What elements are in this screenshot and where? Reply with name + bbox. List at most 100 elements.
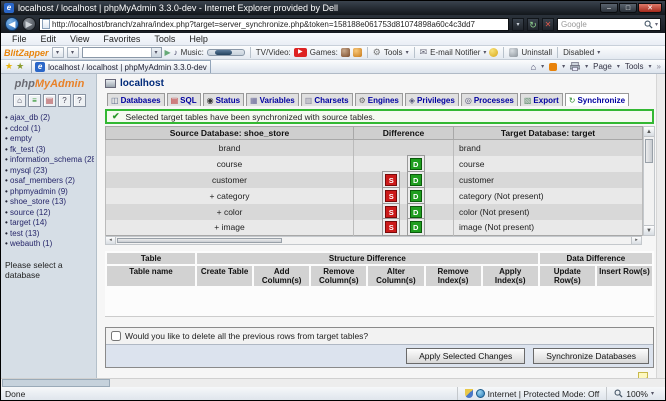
database-link[interactable]: shoe_store (13) [10,197,66,206]
target-table-name[interactable]: category (Not present) [454,188,643,204]
menu-item[interactable]: File [5,34,34,44]
page-vertical-scrollbar[interactable] [656,74,665,378]
youtube-icon[interactable]: ▶ [294,48,307,57]
apply-selected-changes-button[interactable]: Apply Selected Changes [406,348,525,364]
database-link[interactable]: mysql (23) [10,166,47,175]
scrollbar-thumb[interactable] [117,238,282,243]
database-link[interactable]: osaf_members (2) [10,176,75,185]
games-label[interactable]: Games: [310,48,338,57]
browser-tab[interactable]: e localhost / localhost | phpMyAdmin 3.3… [31,60,211,73]
pma-help-icon[interactable]: ? [73,94,86,107]
volume-thumb[interactable] [215,50,232,55]
security-zone-segment[interactable]: Internet | Protected Mode: Off [457,387,607,400]
addon-combo-box[interactable]: ▾ [82,47,162,58]
scroll-up-icon[interactable]: ▲ [644,127,654,137]
target-table-name[interactable]: customer [454,172,643,188]
database-link[interactable]: empty [10,134,32,143]
chevron-down-icon[interactable]: ▾ [541,63,544,70]
data-diff-button[interactable]: D [410,158,422,170]
pma-tab[interactable]: ◈ Privileges [405,93,459,106]
source-table-name[interactable]: brand [106,140,354,156]
database-link[interactable]: test (13) [10,229,39,238]
address-dropdown[interactable]: ▾ [512,18,524,31]
pma-docs-icon[interactable]: ? [58,94,71,107]
target-table-name[interactable]: color (Not present) [454,204,643,220]
pma-tab[interactable]: ▤ SQL [167,93,201,106]
database-link[interactable]: cdcol (1) [10,124,41,133]
structure-diff-button[interactable]: S [385,206,397,218]
minimize-button[interactable]: – [600,3,618,13]
overflow-chevron-icon[interactable]: » [657,62,661,71]
email-notifier-menu[interactable]: E-mail Notifier [430,48,480,57]
menu-item[interactable]: Tools [147,34,182,44]
pma-query-window-icon[interactable]: ▤ [43,94,56,107]
database-link[interactable]: target (14) [10,218,47,227]
tools-menu[interactable]: Tools [625,62,644,71]
scroll-left-icon[interactable]: ◂ [106,237,116,244]
addon-search-dropdown[interactable]: ▾ [67,47,79,58]
database-link[interactable]: webauth (1) [10,239,52,248]
target-table-name[interactable]: image (Not present) [454,220,643,236]
pma-tab[interactable]: ▧ Export [520,93,563,106]
source-table-name[interactable]: customer [106,172,354,188]
synchronize-databases-button[interactable]: Synchronize Databases [533,348,649,364]
menu-item[interactable]: Help [182,34,215,44]
addon-tools-menu[interactable]: Tools [384,48,403,57]
back-button[interactable]: ◀ [5,17,19,31]
search-box[interactable]: Google ▾ [557,18,661,31]
pma-tab[interactable]: ↻ Synchronize [565,93,629,106]
disabled-menu[interactable]: Disabled [563,48,594,57]
address-field[interactable]: http://localhost/branch/zahra/index.php?… [39,18,509,31]
pma-tab[interactable]: ⚙ Engines [355,93,403,106]
sync-vertical-scrollbar[interactable]: ▲ ▼ [643,126,655,236]
refresh-button[interactable]: ↻ [527,18,539,31]
source-table-name[interactable]: course [106,156,354,172]
structure-diff-button[interactable]: S [385,221,397,233]
scroll-down-icon[interactable]: ▼ [644,225,654,235]
tv-video-label[interactable]: TV/Video: [256,48,291,57]
data-diff-button[interactable]: D [410,221,422,233]
games-icon[interactable] [341,48,350,57]
menu-item[interactable]: Edit [34,34,64,44]
maximize-button[interactable]: □ [619,3,637,13]
source-table-name[interactable]: + category [106,188,354,204]
search-dropdown-icon[interactable]: ▾ [653,21,660,28]
source-table-name[interactable]: + color [106,204,354,220]
data-diff-button[interactable]: D [410,206,422,218]
database-link[interactable]: fk_test (3) [10,145,46,154]
pma-tab[interactable]: ▥ Charsets [301,93,353,106]
structure-diff-button[interactable]: S [385,190,397,202]
zoom-segment[interactable]: 100% ▾ [606,387,661,400]
rss-feed-icon[interactable] [549,63,557,71]
target-table-name[interactable]: brand [454,140,643,156]
add-favorite-icon[interactable]: ★ [16,61,24,72]
close-button[interactable]: ✕ [638,3,662,13]
structure-diff-button[interactable]: S [385,174,397,186]
home-icon[interactable]: ⌂ [531,62,536,72]
pma-logout-icon[interactable]: ≡ [28,94,41,107]
search-icon[interactable] [644,20,653,29]
data-diff-button[interactable]: D [410,190,422,202]
database-link[interactable]: ajax_db (2) [10,113,50,122]
pma-tab[interactable]: ◎ Processes [461,93,518,106]
frame-horizontal-scrollbar[interactable] [2,379,110,387]
stop-button[interactable]: ✕ [542,18,554,31]
volume-slider[interactable] [207,49,245,56]
chevron-down-icon[interactable]: ▾ [562,63,565,70]
database-link[interactable]: source (12) [10,208,50,217]
database-link[interactable]: phpmyadmin (9) [10,187,68,196]
print-icon[interactable] [570,62,580,71]
addon-dropdown[interactable]: ▾ [52,47,64,58]
data-diff-button[interactable]: D [410,174,422,186]
play-icon[interactable]: ▶ [165,48,171,57]
pma-tab[interactable]: ◉ Status [203,93,244,106]
menu-item[interactable]: Favorites [96,34,147,44]
scroll-right-icon[interactable]: ▸ [631,237,641,244]
games-alt-icon[interactable] [353,48,362,57]
chevron-down-icon[interactable]: ▾ [649,63,652,70]
pma-tab[interactable]: ▦ Variables [246,93,299,106]
target-table-name[interactable]: course [454,156,643,172]
source-table-name[interactable]: + image [106,220,354,236]
pma-tab[interactable]: ◫ Databases [107,93,165,106]
database-link[interactable]: information_schema (28) [10,155,94,164]
